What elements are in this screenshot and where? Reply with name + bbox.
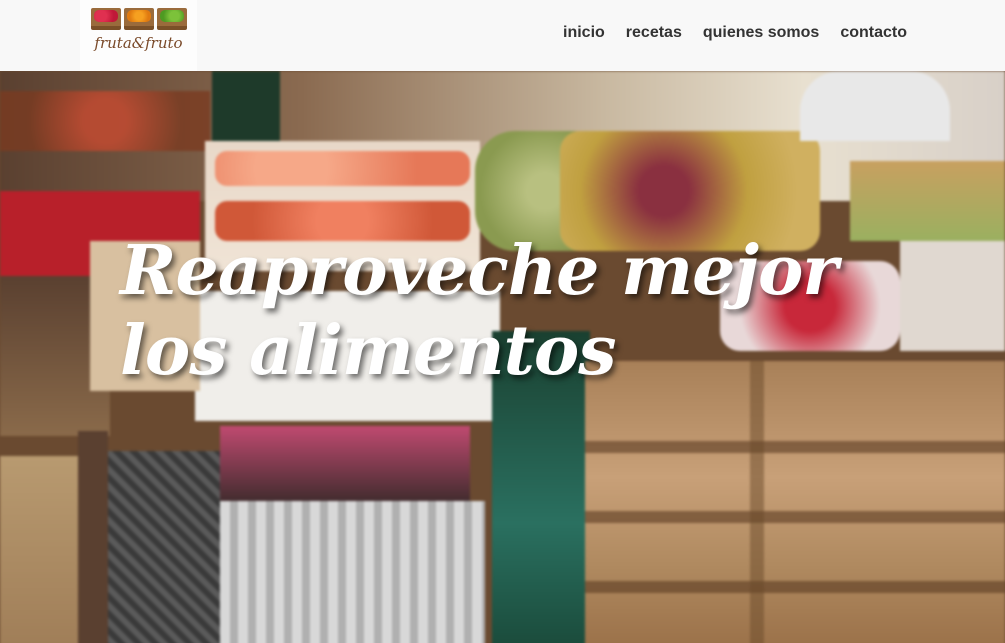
- fruit-crates-icon: [90, 8, 187, 30]
- hero-banner: Reaproveche mejor los alimentos: [0, 71, 1005, 643]
- hero-title: Reaproveche mejor los alimentos: [120, 231, 838, 391]
- site-header: fruta&fruto inicio recetas quienes somos…: [0, 0, 1005, 71]
- nav-item-quienes-somos[interactable]: quienes somos: [703, 24, 819, 42]
- site-logo[interactable]: fruta&fruto: [80, 0, 197, 71]
- nav-item-recetas[interactable]: recetas: [626, 24, 682, 42]
- logo-text: fruta&fruto: [94, 34, 183, 52]
- nav-item-inicio[interactable]: inicio: [563, 24, 605, 42]
- main-nav: inicio recetas quienes somos contacto: [563, 24, 907, 42]
- nav-item-contacto[interactable]: contacto: [840, 24, 907, 42]
